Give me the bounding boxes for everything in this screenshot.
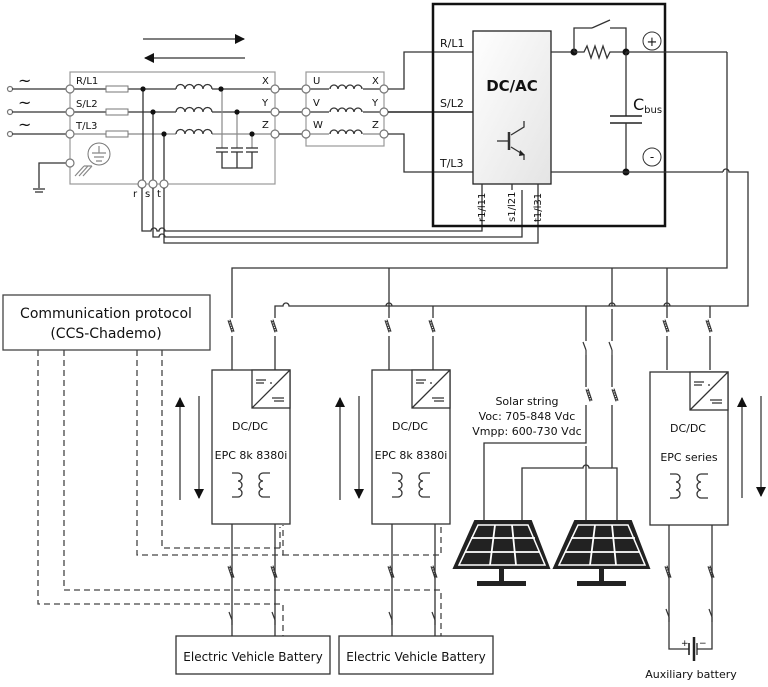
terminal-label: X [262, 76, 269, 87]
solar-vmpp: Vmpp: 600-730 Vdc [472, 425, 581, 438]
dcdc-converter-3: DC/DC EPC series [649, 371, 766, 526]
capacitor-bank-icon [216, 89, 258, 169]
switch-icon [607, 341, 617, 355]
terminal-label: U [313, 76, 320, 87]
solar-title: Solar string [495, 395, 558, 408]
comm-title: Communication protocol [20, 306, 192, 322]
sine-icon: ~ [18, 93, 31, 112]
bypass-switch-icon [591, 19, 611, 29]
fuse-disconnector-icon [385, 564, 395, 582]
plus-sign: + [681, 639, 689, 649]
terminal-label: T/L3 [75, 121, 97, 132]
sine-icon: ~ [18, 115, 31, 134]
fuse-disconnector-icon [225, 564, 235, 582]
switch-icon [581, 341, 591, 355]
ev-battery-1: Electric Vehicle Battery [175, 635, 331, 675]
inverter-enclosure: R/L1 S/L2 T/L3 DC/AC r1/l11 s1/l21 t1/l3… [431, 2, 749, 307]
solar-string: Solar string Voc: 705-848 Vdc Vmpp: 600-… [452, 395, 651, 586]
ac-source-icon: ~ [6, 115, 66, 138]
converter-type: DC/DC [392, 420, 428, 433]
dc-ac-converter-block [472, 30, 552, 185]
inductor-icon [175, 105, 213, 114]
fuse-disconnector-icon [225, 318, 235, 336]
fuse-disconnector-icon [583, 387, 593, 405]
communication-protocol-box: Communication protocol (CCS-Chademo) [2, 294, 211, 351]
capacitor-label: Cbus [633, 95, 662, 116]
comm-subtitle: (CCS-Chademo) [50, 326, 161, 342]
precharge-bypass [573, 27, 592, 52]
terminal-label: Y [371, 98, 379, 109]
converter-type: DC/DC [232, 420, 268, 433]
ac-source-icon: ~ [6, 93, 66, 116]
minus-sign: - [650, 150, 654, 164]
fuse-disconnector-icon [428, 564, 438, 582]
terminal-label: V [313, 98, 320, 109]
terminal-label: T/L3 [439, 157, 464, 170]
ev-battery-label: Electric Vehicle Battery [183, 650, 322, 664]
dcdc-converter-1: DC/DC EPC 8k 8380i [175, 369, 291, 525]
terminal-label: Z [262, 120, 269, 131]
terminal-label: S/L2 [76, 99, 98, 110]
ev-battery-label: Electric Vehicle Battery [346, 650, 485, 664]
inductor-icon [175, 82, 213, 91]
terminal-label: Z [372, 120, 379, 131]
ac-source-icon: ~ [6, 71, 66, 93]
converter-label: DC/AC [486, 77, 538, 95]
fuse-disconnector-icon [703, 318, 713, 336]
terminal-label: t1/l31 [533, 193, 544, 222]
converter-model: EPC 8k 8380i [215, 449, 288, 462]
fuse-disconnector-icon [426, 318, 436, 336]
terminal-label: X [372, 76, 379, 87]
fuse-switches [225, 318, 717, 625]
fuse-disconnector-icon [662, 564, 672, 582]
converter-model: EPC 8k 8380i [375, 449, 448, 462]
precharge-resistor-icon [574, 43, 626, 61]
inductor-icon [329, 82, 363, 91]
plus-sign: + [647, 35, 658, 50]
auxiliary-battery: + − Auxiliary battery [645, 637, 737, 681]
terminal-label: s1/l21 [507, 192, 518, 222]
terminal-label: R/L1 [76, 76, 98, 87]
power-flow-arrows [143, 34, 245, 63]
solar-panel-icon [552, 520, 651, 586]
inductor-icon [175, 127, 213, 136]
fuse-disconnector-icon [382, 318, 392, 336]
terminal-label: Y [261, 98, 269, 109]
line-reactor: U V W X Y Z [301, 51, 473, 173]
dcdc-converter-2: DC/DC EPC 8k 8380i [335, 369, 451, 525]
inductor-icon [329, 105, 363, 114]
solar-voc: Voc: 705-848 Vdc [479, 410, 576, 423]
diagram-canvas: ~ ~ ~ R/L1 S/L2 T/L3 X Y Z r s t U V W X… [2, 2, 766, 681]
terminal-label: r1/l11 [477, 193, 488, 222]
dc-bus-capacitor-icon [610, 115, 642, 124]
fuse-disconnector-icon [609, 387, 619, 405]
terminal-label: W [313, 120, 323, 131]
terminal-label: t [157, 189, 161, 200]
converter-type: DC/DC [670, 422, 706, 435]
terminal-label: r [133, 189, 138, 200]
solar-panel-icon [452, 520, 551, 586]
converter-model: EPC series [660, 451, 718, 464]
terminal-label: s [145, 189, 150, 200]
emc-filter: R/L1 S/L2 T/L3 X Y Z r s t [65, 71, 306, 200]
sine-icon: ~ [18, 71, 31, 90]
minus-sign: − [699, 639, 707, 649]
grid-sources: ~ ~ ~ [6, 71, 66, 193]
fuse-icon [105, 85, 129, 93]
fuse-icon [105, 130, 129, 138]
inductor-icon [329, 127, 363, 136]
ev-battery-2: Electric Vehicle Battery [338, 635, 494, 675]
fuse-disconnector-icon [268, 564, 278, 582]
fuse-disconnector-icon [705, 564, 715, 582]
terminal-label: R/L1 [440, 37, 464, 50]
fuse-disconnector-icon [660, 318, 670, 336]
fuse-icon [105, 108, 129, 116]
fuse-disconnector-icon [268, 318, 278, 336]
aux-battery-label: Auxiliary battery [645, 668, 737, 681]
terminal-label: S/L2 [440, 97, 464, 110]
